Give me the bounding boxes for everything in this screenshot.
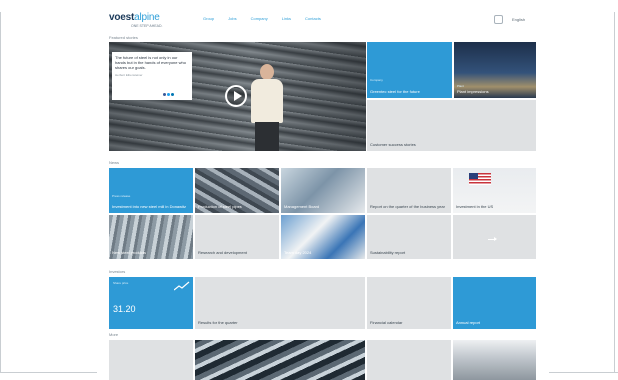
tile-text: Annual report	[456, 320, 481, 325]
logo[interactable]: voestalpine	[109, 12, 160, 23]
more-tile[interactable]	[453, 340, 536, 380]
featured-tile[interactable]: Company Greentec steel for the future	[367, 42, 452, 98]
quote-card: The future of steel is not only in our h…	[112, 52, 192, 100]
tile-text: Investment in the US	[456, 204, 494, 209]
play-icon[interactable]	[225, 85, 247, 107]
quote-text: The future of steel is not only in our h…	[115, 55, 186, 70]
tile-text: Research and development	[198, 250, 247, 255]
news-tile[interactable]: Team day 2024	[281, 215, 365, 259]
share-price-value: 31.20	[113, 304, 136, 314]
news-more-tile[interactable]	[453, 215, 536, 259]
linkedin-icon[interactable]	[171, 93, 174, 96]
investor-tile[interactable]: Results for the quarter	[195, 277, 365, 329]
news-tile[interactable]: Sustainability report	[367, 215, 451, 259]
trend-up-icon	[174, 281, 190, 291]
investors-section-label: Investors	[109, 269, 126, 274]
news-tile[interactable]: Production of steel pipes	[195, 168, 279, 213]
viewport-border-right	[614, 12, 615, 372]
search-icon[interactable]	[494, 15, 503, 24]
share-price-label: Share price	[113, 281, 129, 285]
person-image	[249, 64, 285, 151]
featured-tile[interactable]: Plant Plant impressions	[454, 42, 536, 98]
tile-caption: Plant	[457, 84, 464, 88]
logo-tagline: ONE STEP AHEAD.	[131, 24, 163, 28]
featured-section-label: Featured stories	[109, 35, 138, 40]
more-tile[interactable]	[109, 340, 193, 380]
tile-text: Customer success stories	[370, 142, 416, 147]
tile-text: Team day 2024	[284, 250, 312, 255]
main-nav: Group Jobs Company Links Contacts	[203, 16, 321, 21]
twitter-icon[interactable]	[167, 93, 170, 96]
facebook-icon[interactable]	[163, 93, 166, 96]
news-section-label: News	[109, 160, 120, 165]
share-price-tile[interactable]: Share price 31.20	[109, 277, 193, 329]
news-tile[interactable]: Report on the quarter of the business ye…	[367, 168, 451, 213]
tile-text: Report on the quarter of the business ye…	[370, 204, 445, 209]
quote-author: Herbert Eibensteiner	[115, 73, 143, 77]
viewport-border-left	[0, 12, 1, 372]
investor-tile[interactable]: Financial calendar	[367, 277, 451, 329]
news-tile[interactable]: Research and development	[195, 215, 279, 259]
news-tile[interactable]: New steel products	[109, 215, 193, 259]
nav-item-company[interactable]: Company	[251, 16, 268, 21]
site-header: voestalpine ONE STEP AHEAD. Group Jobs C…	[109, 12, 549, 32]
page: voestalpine ONE STEP AHEAD. Group Jobs C…	[97, 8, 549, 380]
tile-text: Management Board	[284, 204, 320, 209]
more-section-label: More	[109, 332, 119, 337]
tile-text: Financial calendar	[370, 320, 403, 325]
investor-tile[interactable]: Annual report	[453, 277, 536, 329]
nav-item-jobs[interactable]: Jobs	[228, 16, 236, 21]
tile-text: Production of steel pipes	[198, 204, 242, 209]
tile-caption: Press release	[112, 194, 131, 198]
more-tile[interactable]	[195, 340, 365, 380]
news-tile[interactable]: Management Board	[281, 168, 365, 213]
us-flag-image	[469, 173, 491, 185]
tile-text: New steel products	[112, 250, 147, 255]
news-tile[interactable]: Press release Investment into new steel …	[109, 168, 193, 213]
nav-item-links[interactable]: Links	[282, 16, 291, 21]
share-icons	[163, 93, 174, 96]
arrow-right-icon	[488, 237, 497, 241]
tile-text: Investment into new steel mill in Donawi…	[112, 204, 187, 209]
tile-text: Results for the quarter	[198, 320, 238, 325]
nav-item-group[interactable]: Group	[203, 16, 214, 21]
hero-video[interactable]: The future of steel is not only in our h…	[109, 42, 366, 151]
tile-text: Plant impressions	[457, 89, 489, 94]
logo-secondary: alpine	[134, 12, 160, 23]
nav-item-contacts[interactable]: Contacts	[305, 16, 321, 21]
news-tile[interactable]: Investment in the US	[453, 168, 536, 213]
logo-primary: voest	[109, 12, 135, 23]
tile-text: Greentec steel for the future	[370, 89, 420, 94]
tile-text: Sustainability report	[370, 250, 406, 255]
language-selector[interactable]: English	[512, 17, 525, 22]
featured-tile[interactable]: Customer success stories	[367, 100, 536, 151]
more-tile[interactable]	[367, 340, 451, 380]
tile-caption: Company	[370, 78, 383, 82]
